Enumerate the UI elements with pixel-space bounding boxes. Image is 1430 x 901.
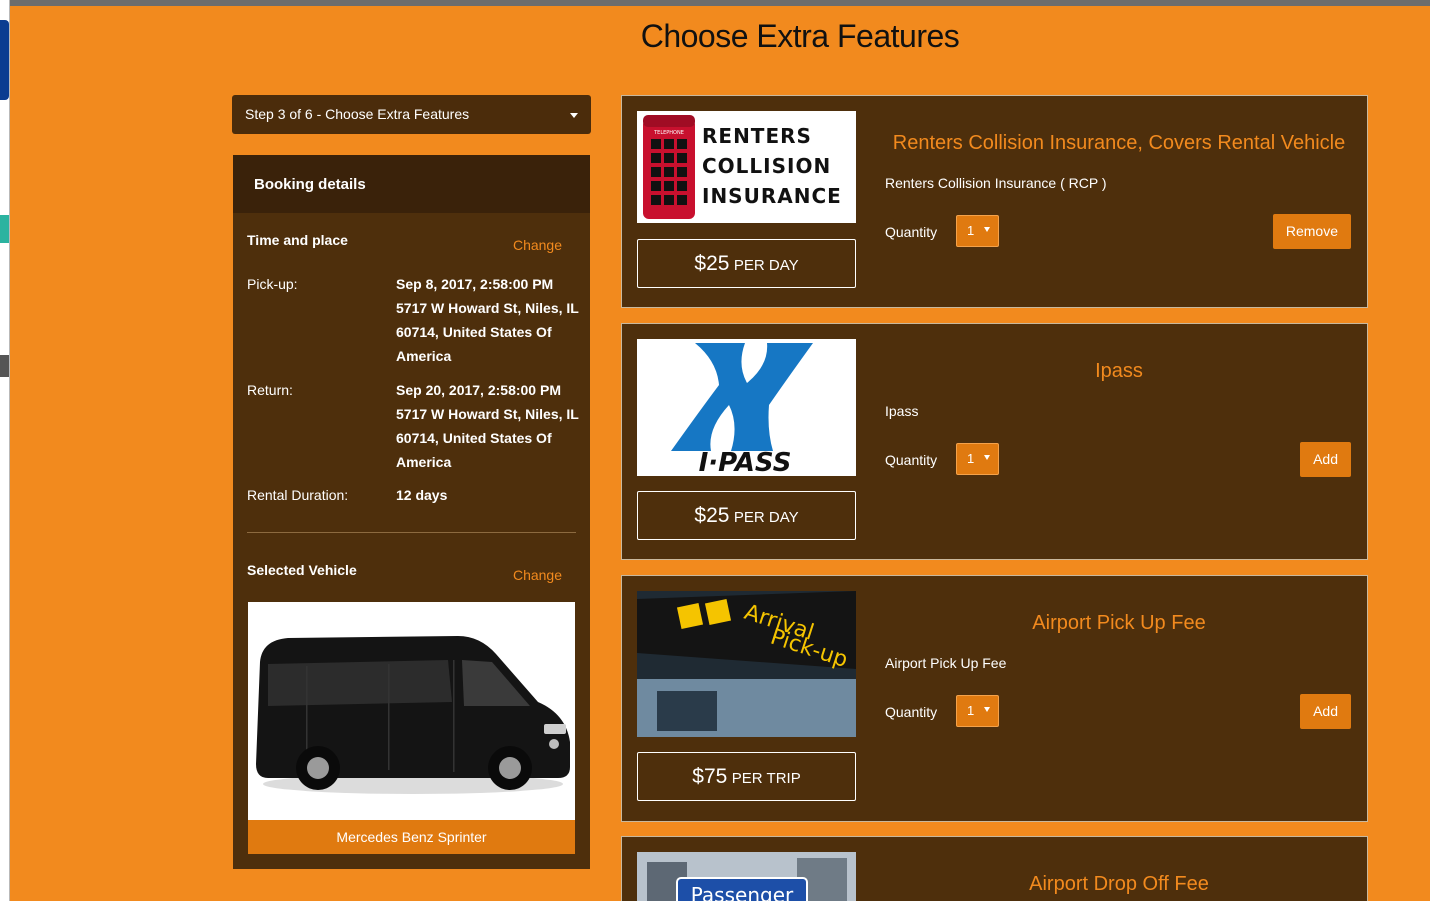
step-dropdown[interactable]: Step 3 of 6 - Choose Extra Features	[232, 95, 591, 134]
remove-button[interactable]: Remove	[1272, 214, 1351, 249]
price-box: $25 PER DAY	[637, 239, 856, 288]
van-icon	[256, 636, 570, 794]
quantity-select[interactable]: 1	[956, 695, 999, 727]
quantity-select[interactable]: 1	[956, 215, 999, 247]
feature-title: Airport Pick Up Fee	[1032, 612, 1206, 634]
rental-duration-label: Rental Duration:	[247, 487, 349, 503]
feature-description: Renters Collision Insurance ( RCP )	[885, 175, 1107, 191]
browser-top-strip	[10, 0, 1430, 6]
page-title: Choose Extra Features	[640, 18, 960, 54]
step-dropdown-label: Step 3 of 6 - Choose Extra Features	[245, 106, 470, 122]
background-page-edge	[0, 0, 10, 901]
caret-down-icon	[984, 455, 990, 460]
quantity-select[interactable]: 1	[956, 443, 999, 475]
booking-details-panel: Booking details Time and place Change Pi…	[233, 155, 590, 869]
pickup-value: Sep 8, 2017, 2:58:00 PM 5717 W Howard St…	[396, 276, 579, 364]
caret-down-icon	[984, 707, 990, 712]
feature-card-airport-pickup: Arrival Pick-up $75 PER TRIP Airport Pic…	[621, 575, 1368, 822]
vehicle-change-link[interactable]: Change	[513, 567, 562, 583]
caret-down-icon	[984, 227, 990, 232]
quantity-label: Quantity	[885, 452, 938, 468]
feature-card-ipass: I·PASS $25 PER DAY Ipass Ipass Quantity …	[621, 323, 1368, 560]
passenger-sign-icon: Passenger	[637, 852, 856, 901]
feature-description: Airport Pick Up Fee	[885, 655, 1007, 671]
arrival-sign-icon: Arrival Pick-up	[637, 591, 856, 737]
time-place-title: Time and place	[247, 232, 348, 248]
vehicle-image	[248, 602, 575, 820]
selected-vehicle-title: Selected Vehicle	[247, 562, 357, 578]
ipass-image: I·PASS	[637, 339, 856, 476]
quantity-label: Quantity	[885, 704, 938, 720]
price-box: $25 PER DAY	[637, 491, 856, 540]
add-button[interactable]: Add	[1300, 694, 1351, 729]
quantity-label: Quantity	[885, 224, 938, 240]
feature-title: Airport Drop Off Fee	[1029, 873, 1209, 895]
svg-text:Passenger: Passenger	[691, 883, 794, 901]
booth-sign-text: TELEPHONE	[653, 130, 684, 136]
return-label: Return:	[247, 382, 293, 398]
add-button[interactable]: Add	[1300, 442, 1351, 477]
rental-duration-value: 12 days	[396, 487, 448, 503]
renters-collision-image: TELEPHONE RENTERS COLLISION INSURANCE	[637, 111, 856, 223]
feature-title: Renters Collision Insurance, Covers Rent…	[892, 132, 1346, 154]
caret-down-icon	[570, 113, 578, 118]
time-place-change-link[interactable]: Change	[513, 237, 562, 253]
return-value: Sep 20, 2017, 2:58:00 PM 5717 W Howard S…	[396, 382, 579, 470]
feature-title: Ipass	[1095, 360, 1143, 382]
svg-text:I·PASS: I·PASS	[699, 448, 792, 476]
feature-card-renters-collision: TELEPHONE RENTERS COLLISION INSURANCE $25 …	[621, 95, 1368, 308]
vehicle-name: Mercedes Benz Sprinter	[248, 820, 575, 854]
ipass-logo-icon: I·PASS	[671, 343, 813, 476]
feature-description: Ipass	[885, 403, 919, 419]
booking-details-heading: Booking details	[233, 155, 590, 213]
airport-pickup-image: Arrival Pick-up	[637, 591, 856, 737]
renters-collision-logo-text: RENTERS COLLISION INSURANCE	[702, 124, 842, 208]
divider	[247, 532, 576, 533]
feature-card-airport-dropoff: Passenger Airport Drop Off Fee	[621, 836, 1368, 901]
price-box: $75 PER TRIP	[637, 752, 856, 801]
pickup-label: Pick-up:	[247, 276, 298, 292]
airport-dropoff-image: Passenger	[637, 852, 856, 901]
